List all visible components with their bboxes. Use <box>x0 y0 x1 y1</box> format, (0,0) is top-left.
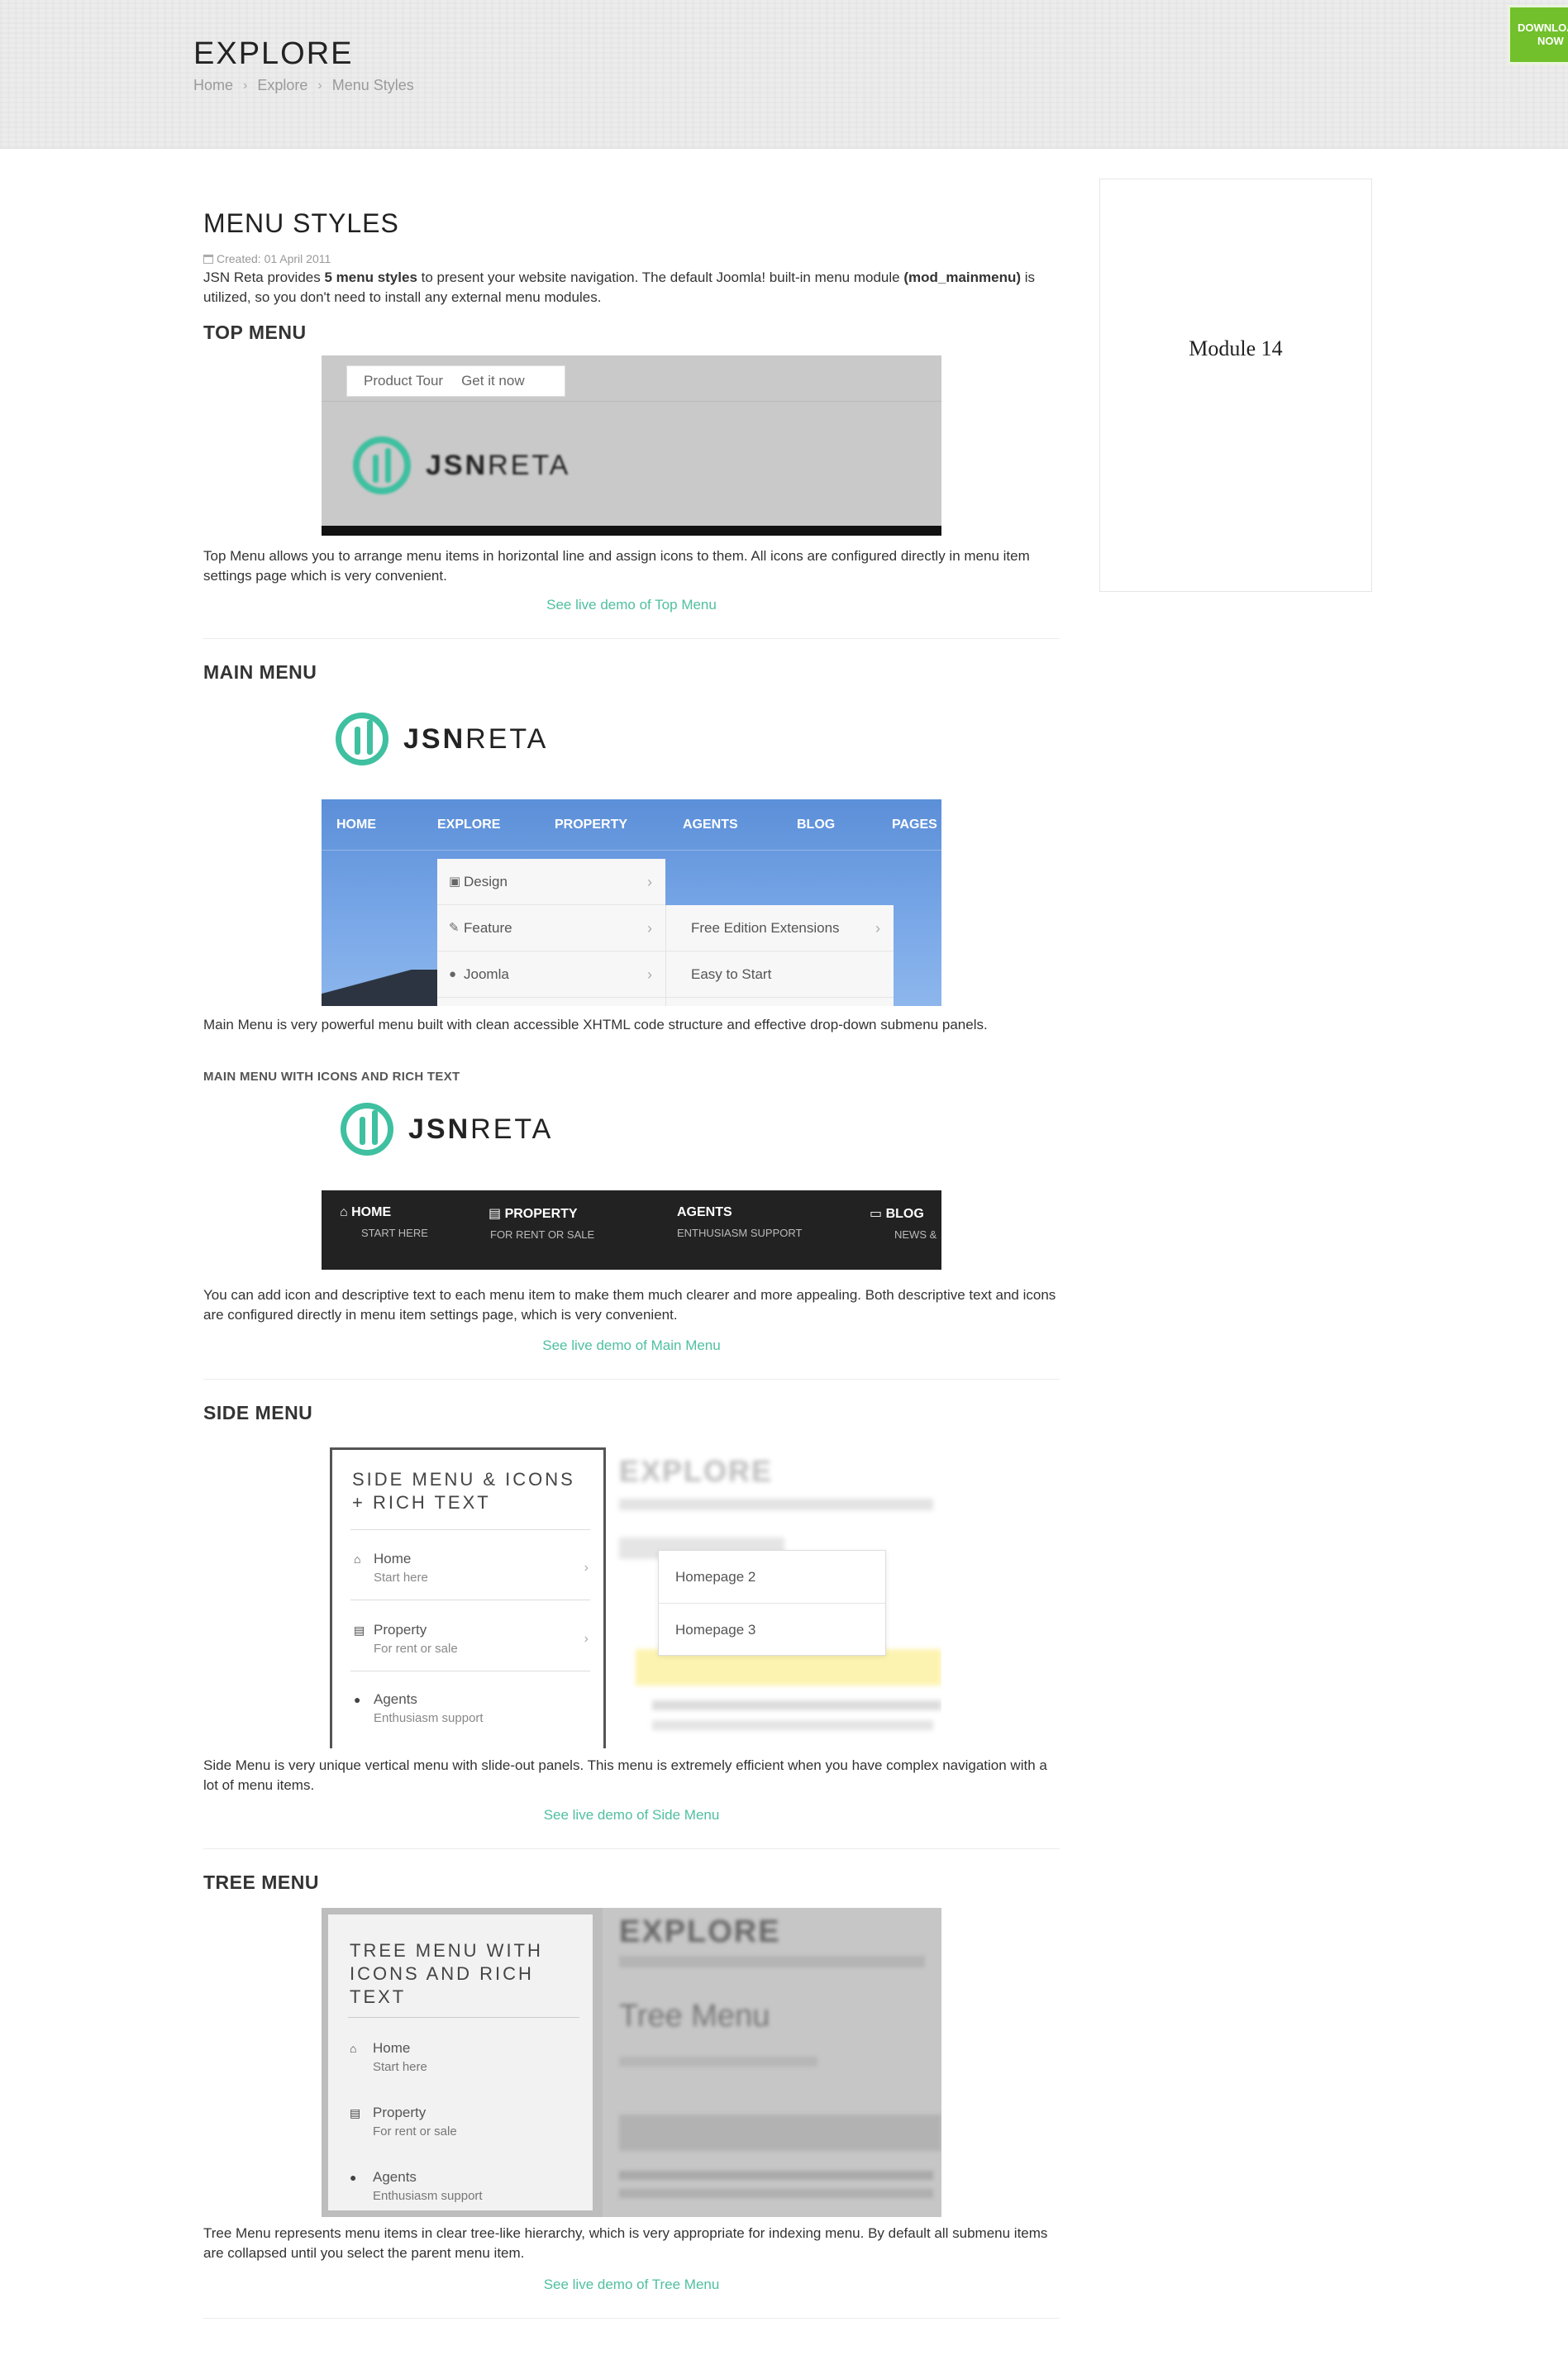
icon-menu-description: You can add icon and descriptive text to… <box>203 1287 1056 1323</box>
globe-icon: ● <box>449 967 457 981</box>
home-icon: ⌂ <box>354 1552 361 1566</box>
tree-menu-panel: TREE MENU WITH ICONS AND RICH TEXT ⌂ Home St… <box>322 1908 603 2217</box>
module-label: Module 14 <box>1189 336 1283 360</box>
divider <box>203 1379 1060 1380</box>
home-icon: ⌂ <box>340 1205 348 1219</box>
calendar-icon <box>203 254 213 264</box>
header-band <box>0 0 1568 149</box>
breadcrumb-separator-icon: › <box>243 78 248 93</box>
side-menu-panel: SIDE MENU & ICONS + RICH TEXT ⌂ Home Start … <box>330 1447 606 1748</box>
logo-icon <box>341 1103 393 1156</box>
top-menu-screenshot: Product Tour Get it now JSNRETA <box>322 355 941 536</box>
divider <box>203 2318 1060 2319</box>
side-menu-description: Side Menu is very unique vertical menu w… <box>203 1757 1047 1793</box>
jsn-reta-logo: JSNRETA <box>341 1103 553 1156</box>
chevron-right-icon: › <box>647 966 652 983</box>
breadcrumb-separator-icon: › <box>317 78 322 93</box>
main-menu-demo-link[interactable]: See live demo of Main Menu <box>203 1337 1060 1354</box>
top-menu-sample: Product Tour Get it now <box>346 365 565 397</box>
jsn-reta-logo: JSNRETA <box>353 436 570 494</box>
side-menu-flyout: Homepage 2 Homepage 3 <box>658 1550 886 1656</box>
side-menu-demo-link[interactable]: See live demo of Side Menu <box>203 1807 1060 1824</box>
user-icon: ● <box>354 1693 361 1706</box>
logo-icon <box>336 713 388 765</box>
breadcrumb-current: Menu Styles <box>331 77 414 93</box>
pen-icon: ✎ <box>449 921 460 935</box>
top-menu-description: Top Menu allows you to arrange menu item… <box>203 548 1030 584</box>
divider <box>203 1848 1060 1849</box>
section-title-main-menu: MAIN MENU <box>203 661 317 683</box>
logo-icon <box>353 436 411 494</box>
building-icon: ▤ <box>350 2106 361 2119</box>
chevron-right-icon: › <box>584 1632 589 1646</box>
section-title-side-menu: SIDE MENU <box>203 1402 313 1423</box>
chevron-right-icon: › <box>584 1561 589 1575</box>
tree-menu-screenshot: EXPLORE Tree Menu TREE MENU WITH ICONS AN… <box>322 1908 941 2217</box>
section-title-top-menu: TOP MENU <box>203 322 307 343</box>
breadcrumb-home[interactable]: Home <box>193 77 233 94</box>
top-menu-demo-link[interactable]: See live demo of Top Menu <box>203 597 1060 613</box>
main-menu-icons-subtitle: MAIN MENU WITH ICONS AND RICH TEXT <box>203 1070 460 1084</box>
jsn-reta-logo: JSNRETA <box>336 713 548 765</box>
main-menu-description: Main Menu is very powerful menu built wi… <box>203 1017 988 1032</box>
main-menu-submenu: Free Edition Extensions › Easy to Start <box>665 905 894 1006</box>
page-heading: EXPLORE <box>193 36 354 71</box>
building-icon: ▤ <box>489 1207 502 1221</box>
tree-menu-description: Tree Menu represents menu items in clear… <box>203 2225 1048 2261</box>
section-title-tree-menu: TREE MENU <box>203 1871 319 1893</box>
icon-menu-screenshot: ⌂ HOME START HERE ▤ PROPERTY FOR RENT OR S… <box>322 1190 941 1270</box>
main-menu-screenshot: HOME EXPLORE PROPERTY AGENTS BLOG PAGES … <box>322 799 941 1006</box>
user-icon: ● <box>350 2171 357 2184</box>
breadcrumb: Home › Explore › Menu Styles <box>193 77 414 94</box>
created-date: Created: 01 April 2011 <box>203 252 331 265</box>
divider <box>203 638 1060 639</box>
image-icon: ▣ <box>449 875 461 889</box>
chevron-right-icon: › <box>647 874 652 890</box>
download-now-button[interactable]: DOWNLOAD NOW <box>1508 5 1568 64</box>
sidebar-module: Module 14 <box>1099 179 1372 592</box>
article-intro: JSN Reta provides 5 menu styles to prese… <box>203 269 1036 305</box>
article-title: MENU STYLES <box>203 208 399 238</box>
chevron-right-icon: › <box>875 920 880 937</box>
main-menu-nav: HOME EXPLORE PROPERTY AGENTS BLOG PAGES <box>322 799 941 851</box>
building-icon: ▤ <box>354 1624 365 1637</box>
home-icon: ⌂ <box>350 2042 357 2055</box>
news-icon: ▭ <box>870 1207 883 1221</box>
breadcrumb-explore[interactable]: Explore <box>257 77 307 94</box>
tree-menu-demo-link[interactable]: See live demo of Tree Menu <box>203 2277 1060 2293</box>
main-menu-dropdown: ▣ Design › ✎ Feature › ● Joomla › <box>437 859 665 1006</box>
chevron-right-icon: › <box>647 920 652 937</box>
